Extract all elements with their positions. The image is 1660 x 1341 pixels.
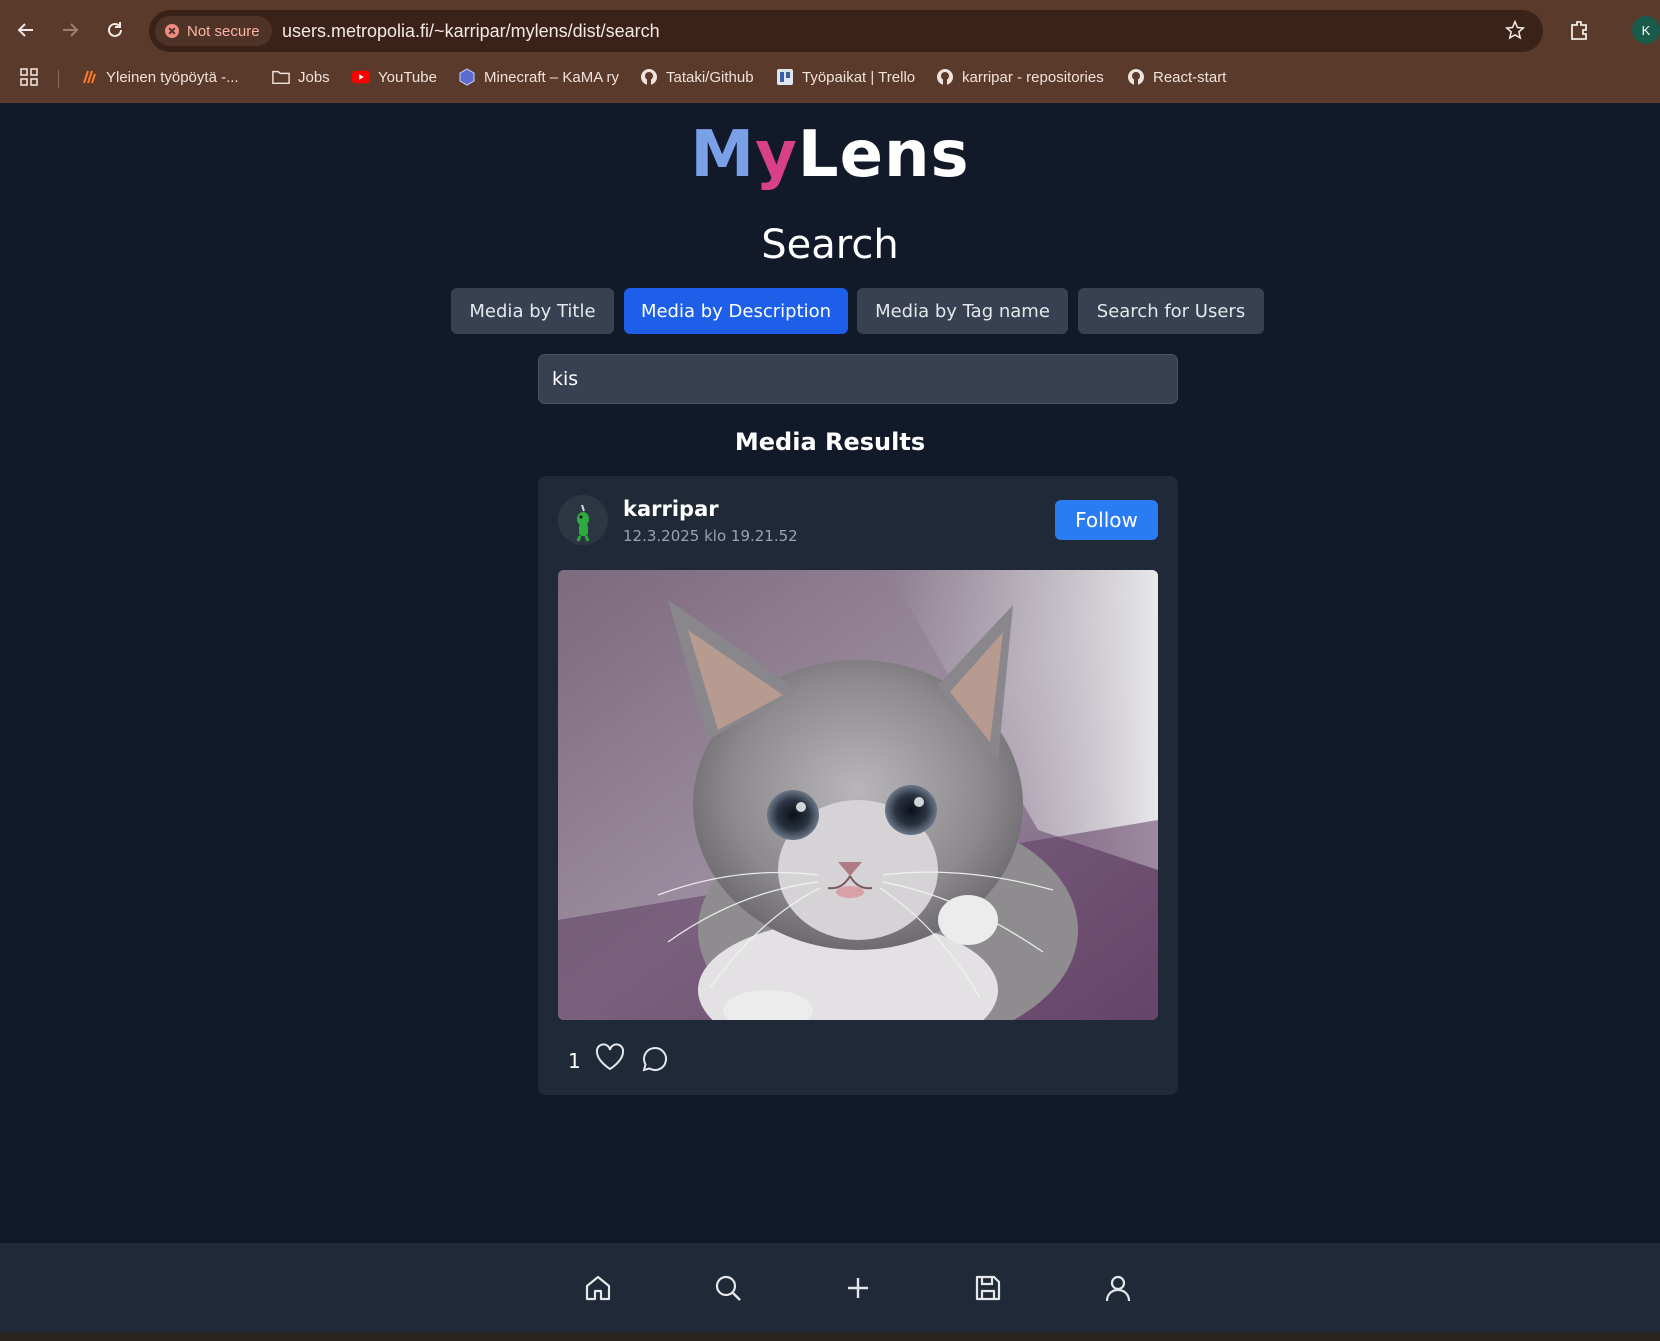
bookmark-item[interactable]: Minecraft – KaMA ry [458,68,619,86]
bookmark-label: Minecraft – KaMA ry [484,68,620,86]
cube-icon [458,68,476,86]
bookmark-label: React-start [1153,68,1227,86]
bookmark-item[interactable]: YouTube [352,68,437,86]
bookmark-item[interactable]: Yleinen työpöytä -... [80,68,239,86]
tab-media-by-description[interactable]: Media by Description [624,288,848,334]
dinosaur-avatar-icon [558,495,608,545]
post-date: 12.3.2025 klo 19.21.52 [623,527,798,545]
plus-icon[interactable] [841,1271,875,1305]
browser-chrome: Not secure users.metropolia.fi/~karripar… [0,0,1660,103]
profile-avatar[interactable]: K [1632,16,1660,44]
post-username[interactable]: karripar [623,497,719,521]
comment-icon[interactable] [641,1045,669,1077]
search-icon[interactable] [711,1271,745,1305]
search-input[interactable] [538,354,1178,404]
bookmark-label: Jobs [298,68,330,86]
arrow-right-icon [63,23,79,37]
apps-icon[interactable] [20,68,38,86]
tab-media-by-tag-name[interactable]: Media by Tag name [857,288,1068,334]
back-button[interactable] [10,14,42,46]
bookmark-label: YouTube [378,68,437,86]
taskbar-edge [0,1332,1660,1341]
divider [58,70,59,88]
like-count: 1 [568,1049,581,1073]
fire-icon [80,68,98,86]
warning-icon [165,24,179,38]
github-icon [936,68,954,86]
app-logo[interactable]: MyLens [0,118,1660,192]
address-bar[interactable]: Not secure users.metropolia.fi/~karripar… [149,10,1543,52]
bookmark-item[interactable]: React-start [1127,68,1226,86]
extensions-icon[interactable] [1568,18,1592,46]
trello-icon [776,68,794,86]
url-text[interactable]: users.metropolia.fi/~karripar/mylens/dis… [282,21,660,42]
media-image[interactable] [558,570,1158,1020]
bookmark-item[interactable]: Tataki/Github [640,68,754,86]
bookmarks-bar: Yleinen työpöytä -... Jobs YouTube Minec… [0,60,1660,96]
kitten-photo [558,570,1158,1020]
security-label: Not secure [187,22,260,40]
reload-icon [108,22,122,37]
arrow-left-icon [17,23,33,37]
follow-button[interactable]: Follow [1055,500,1158,540]
github-icon [1127,68,1145,86]
user-icon[interactable] [1101,1271,1135,1305]
save-icon[interactable] [971,1271,1005,1305]
bottom-navigation [0,1243,1660,1332]
results-heading: Media Results [734,428,926,456]
bookmark-item[interactable]: Jobs [272,68,330,86]
security-chip[interactable]: Not secure [155,16,272,46]
bookmark-label: karripar - repositories [962,68,1104,86]
tab-search-for-users[interactable]: Search for Users [1078,288,1264,334]
bookmark-label: Tataki/Github [666,68,754,86]
bookmark-label: Työpaikat | Trello [802,68,916,86]
bookmark-item[interactable]: Työpaikat | Trello [776,68,915,86]
bookmark-label: Yleinen työpöytä -... [106,68,239,86]
avatar[interactable] [558,495,608,545]
logo-word-lens: Lens [797,118,970,192]
forward-button[interactable] [54,14,86,46]
heart-icon[interactable] [595,1043,625,1075]
logo-letter-y: y [755,118,798,192]
reload-button[interactable] [99,14,131,46]
bookmark-item[interactable]: karripar - repositories [936,68,1104,86]
logo-letter-m: M [690,118,756,192]
page-title: Search [761,222,899,268]
youtube-icon [352,68,370,86]
media-card: karripar 12.3.2025 klo 19.21.52 Follow 1 [538,476,1178,1095]
browser-toolbar: Not secure users.metropolia.fi/~karripar… [0,0,1660,60]
home-icon[interactable] [581,1271,615,1305]
tab-media-by-title[interactable]: Media by Title [451,288,614,334]
github-icon [640,68,658,86]
folder-icon [272,68,290,86]
bookmark-star-icon[interactable] [1504,19,1526,44]
